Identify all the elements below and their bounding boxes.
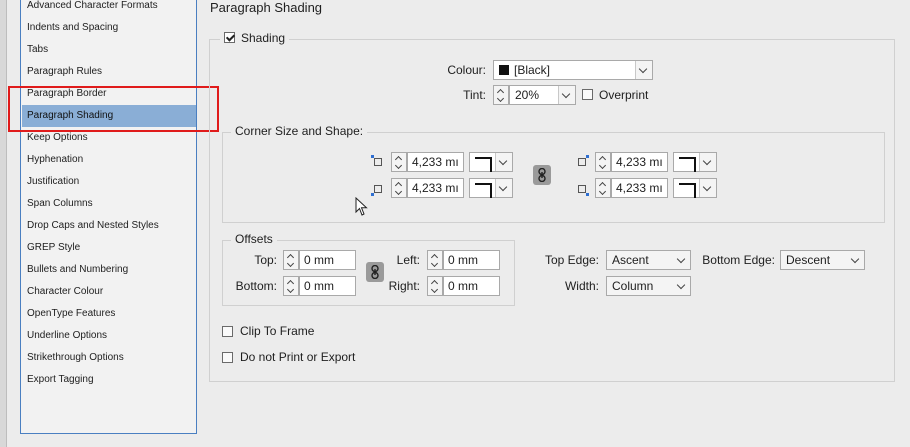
bottom-left-corner-icon — [371, 185, 382, 196]
top-left-stepper[interactable] — [391, 152, 407, 172]
bottom-right-shape-dropdown[interactable] — [673, 178, 717, 198]
bottom-left-size-field[interactable]: 4,233 mı — [407, 178, 464, 198]
chevron-down-icon — [495, 153, 512, 171]
do-not-print-checkbox[interactable] — [222, 352, 233, 363]
list-item-paragraph-shading[interactable]: Paragraph Shading — [22, 105, 196, 127]
list-item-drop-caps-nested-styles[interactable]: Drop Caps and Nested Styles — [22, 215, 196, 237]
overprint-label: Overprint — [599, 88, 649, 102]
corner-link-button[interactable] — [533, 165, 551, 185]
top-edge-value: Ascent — [612, 253, 649, 267]
list-item-paragraph-border[interactable]: Paragraph Border — [22, 83, 196, 105]
list-item-justification[interactable]: Justification — [22, 171, 196, 193]
list-item-keep-options[interactable]: Keep Options — [22, 127, 196, 149]
offset-right-label: Right: — [388, 279, 420, 293]
list-item-strikethrough-options[interactable]: Strikethrough Options — [22, 347, 196, 369]
overprint-checkbox[interactable] — [582, 89, 593, 100]
offset-bottom-stepper[interactable] — [283, 276, 299, 296]
offset-top-stepper[interactable] — [283, 250, 299, 270]
tint-value: 20% — [515, 88, 540, 102]
shading-checkbox[interactable] — [224, 32, 235, 43]
category-list[interactable]: Advanced Character Formats Indents and S… — [20, 0, 197, 434]
list-item-opentype-features[interactable]: OpenType Features — [22, 303, 196, 325]
top-right-size-field[interactable]: 4,233 mı — [611, 152, 668, 172]
offset-bottom-field[interactable]: 0 mm — [299, 276, 356, 296]
colour-label: Colour: — [447, 63, 486, 77]
chevron-down-icon — [699, 153, 716, 171]
list-item-character-colour[interactable]: Character Colour — [22, 281, 196, 303]
offset-bottom-label: Bottom: — [235, 279, 277, 293]
offset-left-stepper[interactable] — [427, 250, 443, 270]
width-dropdown[interactable]: Column — [606, 276, 691, 296]
corner-legend: Corner Size and Shape: — [231, 124, 368, 138]
offset-right-field[interactable]: 0 mm — [443, 276, 500, 296]
shading-legend: Shading — [220, 31, 290, 45]
corner-group — [222, 132, 885, 223]
shading-label: Shading — [241, 31, 286, 45]
chevron-down-icon — [635, 61, 652, 79]
list-item-advanced-character-formats[interactable]: Advanced Character Formats — [22, 0, 196, 17]
list-item-tabs[interactable]: Tabs — [22, 39, 196, 61]
width-label: Width: — [564, 279, 599, 293]
offset-top-label: Top: — [254, 253, 277, 267]
offsets-legend: Offsets — [231, 232, 277, 246]
window-edge — [0, 0, 7, 447]
clip-to-frame-checkbox[interactable] — [222, 326, 233, 337]
chevron-down-icon — [495, 179, 512, 197]
chevron-down-icon — [674, 277, 690, 295]
colour-value: [Black] — [514, 63, 551, 77]
list-item-hyphenation[interactable]: Hyphenation — [22, 149, 196, 171]
bottom-edge-value: Descent — [786, 253, 831, 267]
list-item-export-tagging[interactable]: Export Tagging — [22, 369, 196, 391]
top-edge-dropdown[interactable]: Ascent — [606, 250, 691, 270]
colour-dropdown[interactable]: [Black] — [493, 60, 653, 80]
top-right-corner-icon — [578, 155, 589, 166]
top-left-shape-dropdown[interactable] — [469, 152, 513, 172]
tint-label: Tint: — [463, 88, 486, 102]
width-value: Column — [612, 279, 654, 293]
bottom-right-stepper[interactable] — [595, 178, 611, 198]
bottom-right-size-field[interactable]: 4,233 mı — [611, 178, 668, 198]
do-not-print-label: Do not Print or Export — [240, 350, 356, 364]
list-item-grep-style[interactable]: GREP Style — [22, 237, 196, 259]
top-left-size-field[interactable]: 4,233 mı — [407, 152, 464, 172]
bottom-edge-dropdown[interactable]: Descent — [780, 250, 865, 270]
chevron-down-icon — [674, 251, 690, 269]
page-title: Paragraph Shading — [210, 0, 323, 15]
chain-link-icon — [538, 168, 546, 182]
tint-stepper[interactable] — [493, 85, 509, 105]
top-right-stepper[interactable] — [595, 152, 611, 172]
offset-right-stepper[interactable] — [427, 276, 443, 296]
top-left-corner-icon — [371, 155, 382, 166]
chevron-down-icon — [558, 86, 575, 104]
bottom-edge-label: Bottom Edge: — [702, 253, 775, 267]
chain-link-icon — [371, 265, 379, 279]
offset-left-label: Left: — [396, 253, 420, 267]
offset-top-field[interactable]: 0 mm — [299, 250, 356, 270]
list-item-span-columns[interactable]: Span Columns — [22, 193, 196, 215]
clip-to-frame-label: Clip To Frame — [240, 324, 315, 338]
offset-link-button[interactable] — [366, 262, 384, 282]
top-edge-label: Top Edge: — [544, 253, 599, 267]
top-right-shape-dropdown[interactable] — [673, 152, 717, 172]
list-item-bullets-and-numbering[interactable]: Bullets and Numbering — [22, 259, 196, 281]
mouse-cursor-icon — [355, 197, 368, 216]
tint-dropdown[interactable]: 20% — [509, 85, 576, 105]
chevron-down-icon — [848, 251, 864, 269]
bottom-left-stepper[interactable] — [391, 178, 407, 198]
list-item-paragraph-rules[interactable]: Paragraph Rules — [22, 61, 196, 83]
chevron-down-icon — [699, 179, 716, 197]
bottom-right-corner-icon — [578, 185, 589, 196]
offset-left-field[interactable]: 0 mm — [443, 250, 500, 270]
list-item-underline-options[interactable]: Underline Options — [22, 325, 196, 347]
list-item-indents-and-spacing[interactable]: Indents and Spacing — [22, 17, 196, 39]
bottom-left-shape-dropdown[interactable] — [469, 178, 513, 198]
colour-swatch — [499, 65, 509, 75]
